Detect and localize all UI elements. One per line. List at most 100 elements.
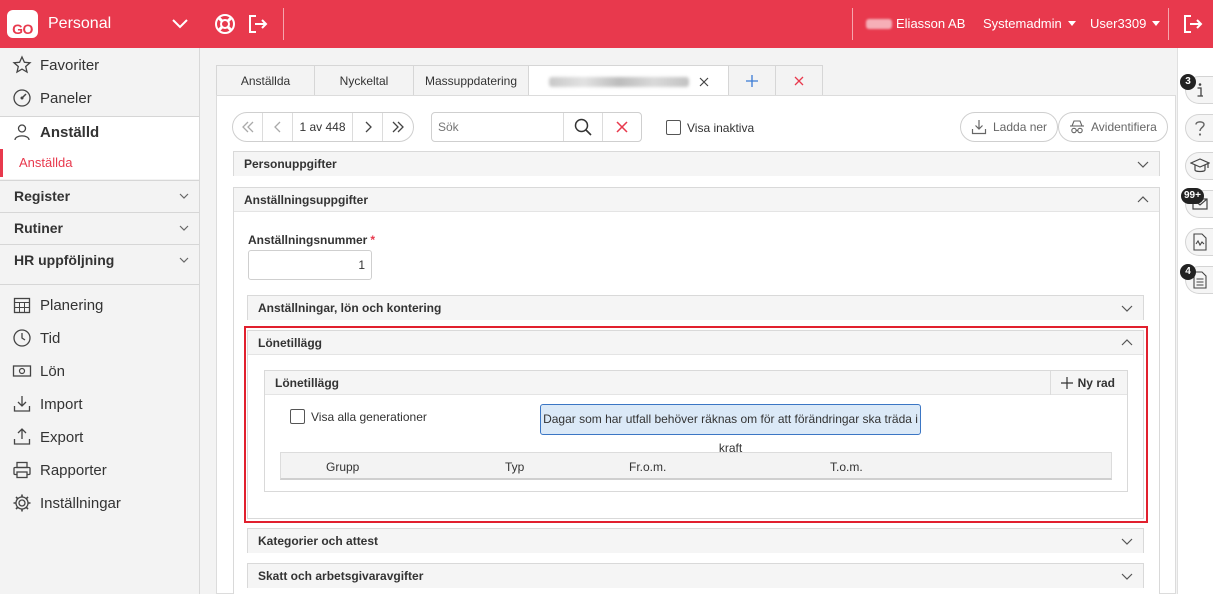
- chevron-down-icon[interactable]: [1121, 536, 1133, 546]
- section-categories-approval[interactable]: Kategorier och attest: [247, 528, 1144, 553]
- section-header[interactable]: Personuppgifter: [234, 152, 1159, 176]
- anonymize-label: Avidentifiera: [1091, 120, 1157, 134]
- sidebar-item-routines[interactable]: Rutiner: [0, 213, 199, 243]
- prev-page-button[interactable]: [263, 113, 293, 141]
- export-icon: [13, 428, 31, 445]
- highlight-box: [244, 326, 1148, 523]
- app-name[interactable]: Personal: [48, 15, 111, 33]
- logout-icon[interactable]: [1182, 13, 1204, 35]
- chevron-up-icon[interactable]: [1137, 195, 1149, 205]
- download-icon: [971, 120, 987, 135]
- anonymize-button[interactable]: Avidentifiera: [1058, 112, 1168, 142]
- next-page-button[interactable]: [353, 113, 383, 141]
- user-menu[interactable]: User3309: [1090, 16, 1161, 31]
- search-button[interactable]: [563, 113, 601, 141]
- sidebar-item-time[interactable]: Tid: [0, 323, 199, 353]
- sidebar-item-register[interactable]: Register: [0, 181, 199, 211]
- chevron-down-icon[interactable]: [1121, 303, 1133, 313]
- chevron-right-icon: [365, 121, 372, 133]
- star-icon: [12, 55, 32, 74]
- chevron-down-icon: [179, 257, 189, 263]
- last-page-button[interactable]: [383, 113, 413, 141]
- go-logo[interactable]: GO: [7, 10, 38, 38]
- section-tax[interactable]: Skatt och arbetsgivaravgifter: [247, 563, 1144, 588]
- sidebar-subitem-employees[interactable]: Anställda: [0, 149, 199, 177]
- chevron-down-icon[interactable]: [1121, 571, 1133, 581]
- sidebar-item-import[interactable]: Import: [0, 389, 199, 419]
- sidebar-item-label: Planering: [40, 296, 104, 314]
- tab-close-all[interactable]: [775, 65, 823, 96]
- section-header[interactable]: Anställningsuppgifter: [234, 188, 1159, 212]
- employment-number-input[interactable]: [248, 250, 372, 280]
- sidebar-item-planning[interactable]: Planering: [0, 290, 199, 320]
- user-icon: [14, 124, 30, 141]
- close-icon: [794, 76, 804, 86]
- double-chevron-left-icon: [241, 121, 253, 133]
- calendar-icon: [13, 297, 31, 314]
- sidebar-item-employee[interactable]: Anställd: [0, 117, 199, 147]
- info-badge: 3: [1180, 74, 1196, 90]
- first-page-button[interactable]: [233, 113, 263, 141]
- exit-icon[interactable]: [247, 13, 269, 35]
- double-chevron-right-icon: [392, 121, 404, 133]
- chevron-down-icon[interactable]: [1137, 159, 1149, 169]
- clock-icon: [13, 329, 31, 347]
- sidebar-item-label: Paneler: [40, 89, 92, 107]
- tab-bar: Anställda Nyckeltal Massuppdatering: [216, 65, 823, 97]
- tab-add[interactable]: [728, 65, 776, 96]
- sidebar-item-label: Favoriter: [40, 56, 100, 74]
- section-header[interactable]: Anställningar, lön och kontering: [248, 296, 1143, 320]
- sidebar-item-reports[interactable]: Rapporter: [0, 455, 199, 485]
- documents-badge: 4: [1180, 264, 1196, 280]
- messages-badge: 99+: [1181, 188, 1204, 204]
- sidebar-item-salary[interactable]: Lön: [0, 356, 199, 386]
- tab-current-employee[interactable]: [528, 65, 729, 97]
- search-icon: [574, 118, 592, 136]
- section-header[interactable]: Skatt och arbetsgivaravgifter: [248, 564, 1143, 588]
- sidebar-item-hr-followup[interactable]: HR uppföljning: [0, 245, 199, 275]
- sidebar-item-favorites[interactable]: Favoriter: [0, 50, 199, 80]
- sidebar-item-label: Rutiner: [14, 220, 63, 236]
- page-count: 1 av 448: [293, 113, 353, 141]
- show-inactive-checkbox[interactable]: [666, 120, 681, 135]
- sidebar-item-label: Tid: [40, 329, 61, 347]
- divider: [283, 8, 284, 40]
- section-personal-info[interactable]: Personuppgifter: [233, 151, 1160, 176]
- sidebar-item-label: Import: [40, 395, 83, 413]
- tab-employees[interactable]: Anställda: [216, 65, 315, 96]
- tab-key-figures[interactable]: Nyckeltal: [314, 65, 414, 96]
- section-header[interactable]: Kategorier och attest: [248, 529, 1143, 553]
- sidebar-item-panels[interactable]: Paneler: [0, 83, 199, 113]
- signed-documents-button[interactable]: [1185, 228, 1213, 256]
- download-button[interactable]: Ladda ner: [960, 112, 1059, 142]
- academy-button[interactable]: [1185, 152, 1213, 180]
- role-selector[interactable]: Systemadmin: [983, 16, 1076, 31]
- sidebar-item-label: Anställd: [40, 123, 100, 141]
- search-input[interactable]: [432, 113, 563, 141]
- printer-icon: [13, 461, 31, 479]
- tab-mass-update[interactable]: Massuppdatering: [413, 65, 529, 96]
- company-selector[interactable]: Eliasson AB: [866, 16, 965, 31]
- lifebuoy-icon[interactable]: [214, 13, 236, 35]
- show-inactive-toggle[interactable]: Visa inaktiva: [666, 120, 754, 135]
- record-pager: 1 av 448: [232, 112, 414, 142]
- help-button[interactable]: [1185, 114, 1213, 142]
- chevron-down-icon: [179, 193, 189, 199]
- incognito-icon: [1070, 120, 1084, 134]
- sidebar-item-label: Rapporter: [40, 461, 107, 479]
- sidebar-item-label: Inställningar: [40, 494, 121, 512]
- required-marker: *: [370, 233, 376, 247]
- question-icon: [1194, 121, 1205, 136]
- chevron-left-icon: [273, 121, 280, 133]
- clear-search-button[interactable]: [602, 113, 640, 141]
- divider: [852, 8, 853, 40]
- section-employments-salary[interactable]: Anställningar, lön och kontering: [247, 295, 1144, 320]
- signed-document-icon: [1192, 233, 1207, 251]
- sidebar-item-export[interactable]: Export: [0, 422, 199, 452]
- close-icon[interactable]: [699, 77, 709, 87]
- sidebar-item-settings[interactable]: Inställningar: [0, 488, 199, 518]
- chevron-down-icon[interactable]: [170, 14, 190, 34]
- sidebar-item-label: HR uppföljning: [14, 252, 115, 268]
- top-bar: GO Personal Eliasson AB Systemadmin User…: [0, 0, 1213, 48]
- chevron-down-icon: [179, 225, 189, 231]
